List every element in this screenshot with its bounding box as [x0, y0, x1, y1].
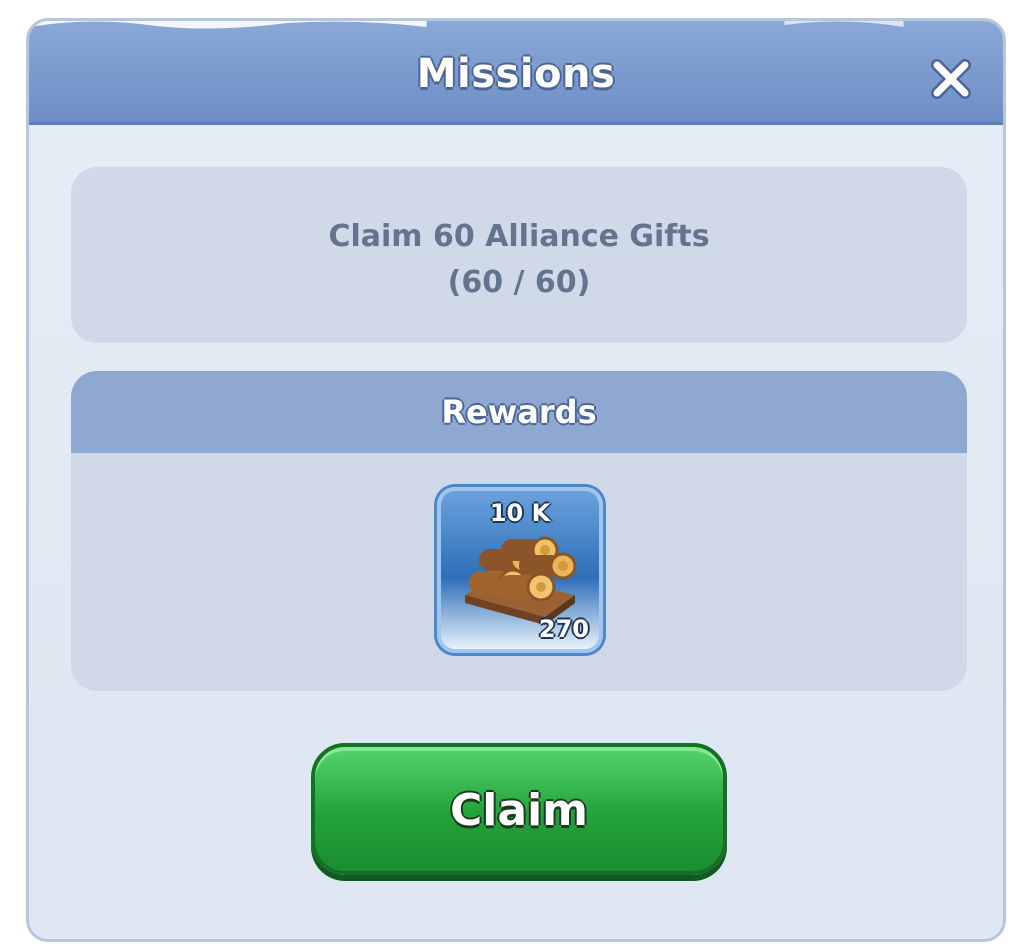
dialog-title: Missions	[416, 51, 616, 97]
close-icon[interactable]	[927, 55, 975, 103]
claim-button-label: Claim	[450, 785, 588, 836]
rewards-panel: Rewards 10 K 270	[71, 371, 967, 691]
reward-item[interactable]: 10 K 270	[437, 487, 603, 653]
reward-amount: 10 K	[489, 499, 551, 527]
rewards-title: Rewards	[441, 393, 597, 431]
mission-description: Claim 60 Alliance Gifts	[328, 219, 710, 254]
dialog-titlebar: Missions	[29, 21, 1003, 125]
mission-objective-card: Claim 60 Alliance Gifts (60 / 60)	[71, 167, 967, 343]
claim-button[interactable]: Claim	[311, 743, 727, 875]
reward-count: 270	[538, 615, 589, 643]
missions-dialog: Missions Claim 60 Alliance Gifts (60 / 6…	[26, 18, 1006, 942]
wood-logs-icon	[465, 536, 577, 625]
mission-progress: (60 / 60)	[447, 265, 591, 300]
rewards-header: Rewards	[71, 371, 967, 453]
snow-decoration	[29, 21, 904, 29]
